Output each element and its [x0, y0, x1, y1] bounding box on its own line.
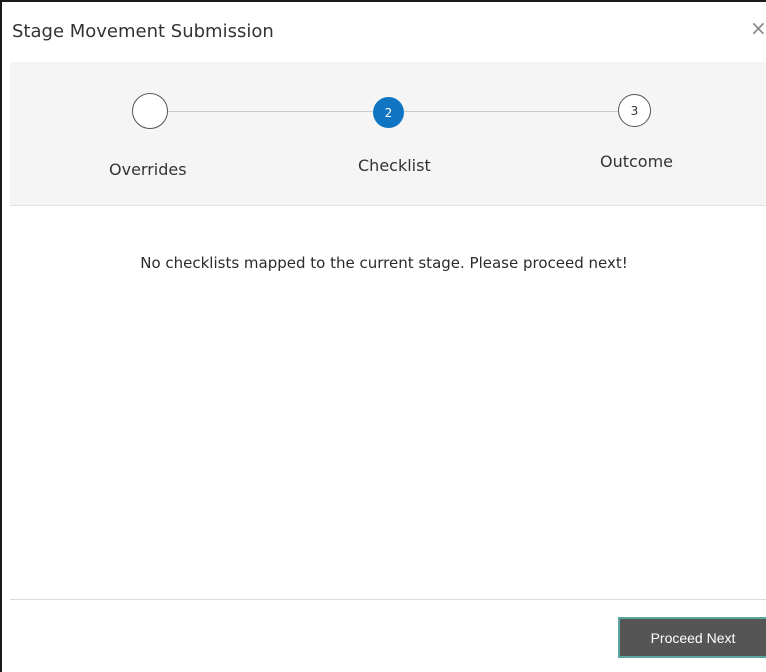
step-outcome-circle[interactable]: 3 [618, 94, 651, 127]
proceed-next-button[interactable]: Proceed Next [618, 617, 766, 658]
close-icon[interactable]: × [750, 18, 766, 38]
dialog-header: Stage Movement Submission × [2, 2, 766, 62]
step-connector [404, 111, 618, 112]
step-checklist-label: Checklist [358, 156, 431, 175]
footer-divider [10, 599, 766, 600]
step-checklist-circle[interactable]: 2 [373, 97, 404, 128]
step-overrides-label: Overrides [109, 160, 187, 179]
no-checklist-message: No checklists mapped to the current stag… [140, 254, 628, 272]
progress-stepper: 2 3 Overrides Checklist Outcome [10, 62, 766, 206]
dialog-title: Stage Movement Submission [12, 21, 274, 42]
step-overrides-circle[interactable] [132, 93, 168, 129]
step-outcome-label: Outcome [600, 152, 674, 171]
stage-movement-dialog: Stage Movement Submission × 2 3 Override… [0, 0, 766, 672]
step-connector [168, 111, 373, 112]
